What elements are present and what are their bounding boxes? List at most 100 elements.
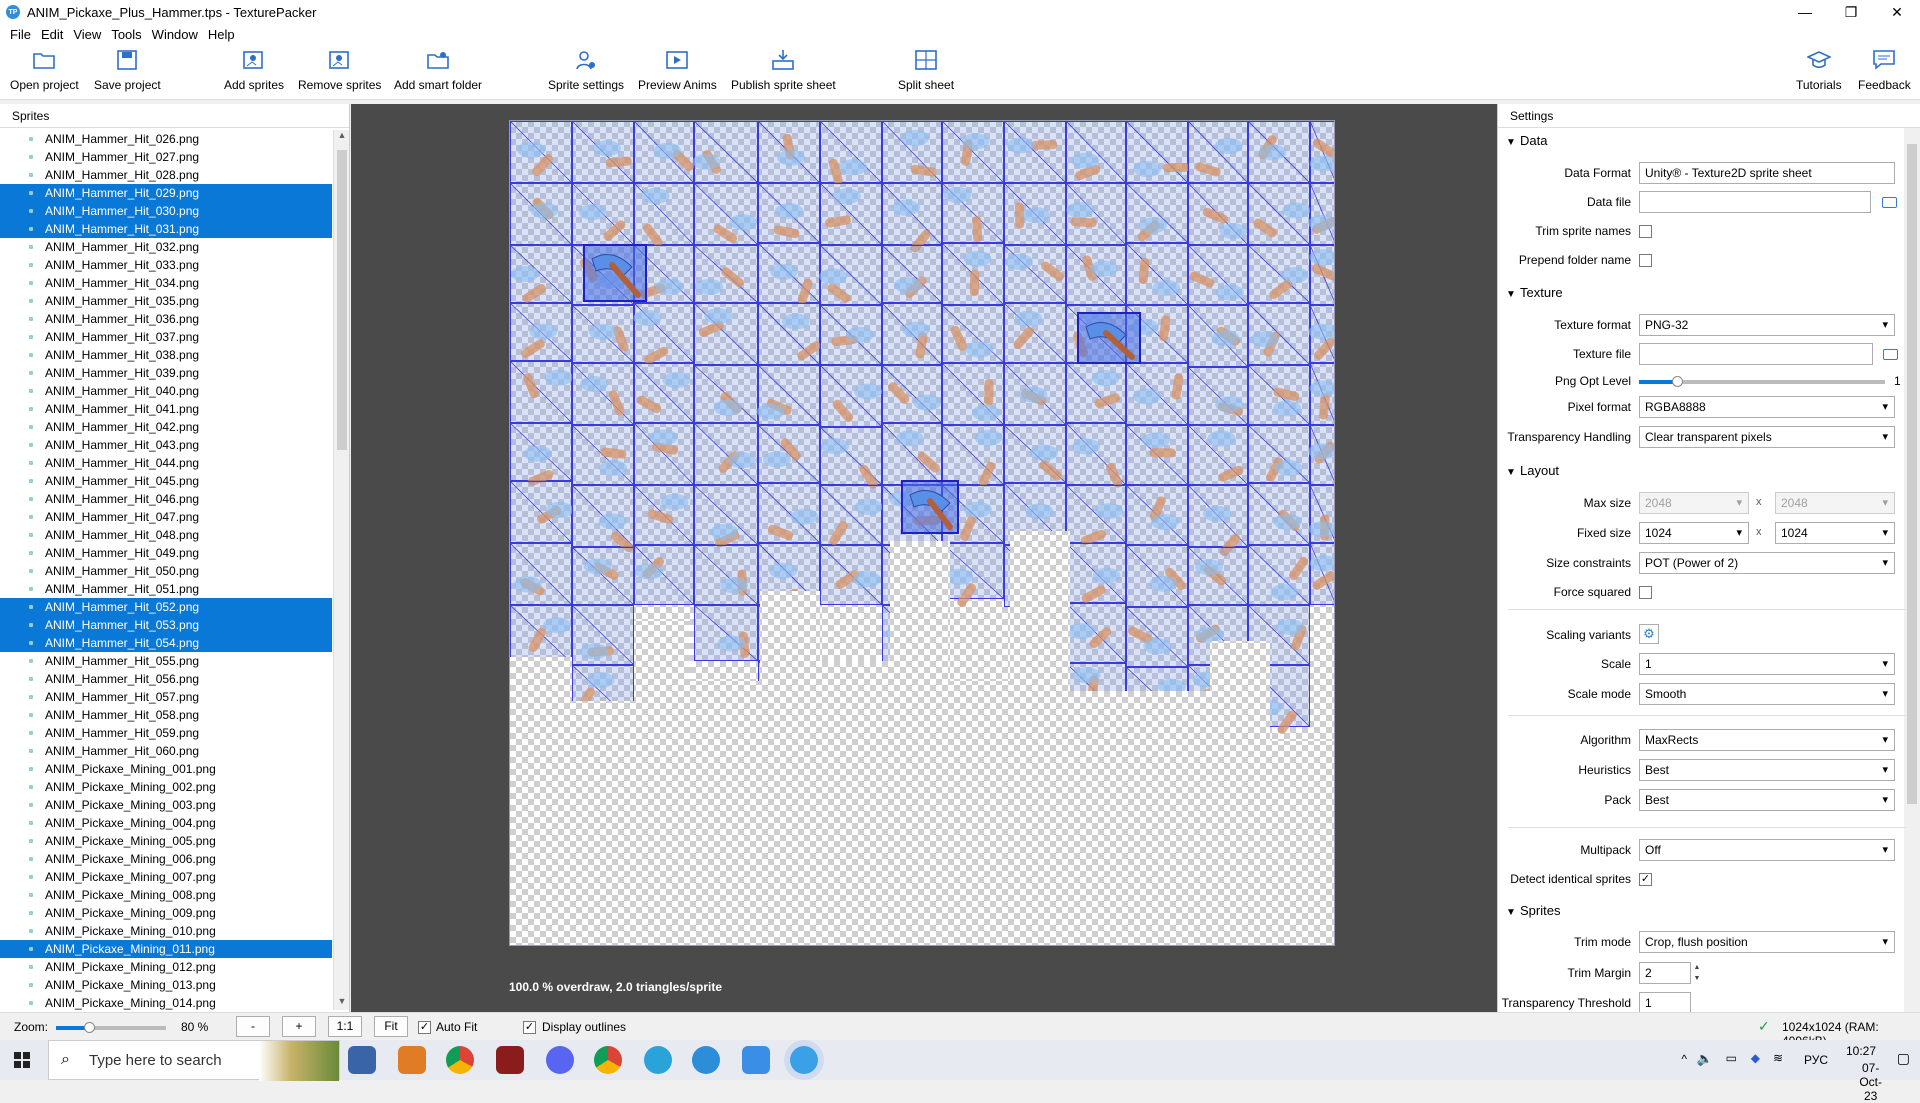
sprite-frame[interactable] [881, 182, 943, 254]
scale-input[interactable]: 1 [1639, 653, 1895, 675]
sprite-frame[interactable] [1125, 544, 1189, 608]
sprite-frame[interactable] [1125, 606, 1189, 668]
trim-mode-select[interactable]: Crop, flush position [1639, 931, 1895, 953]
taskbar-app-chrome-profile-icon[interactable] [594, 1046, 622, 1074]
sprite-frame[interactable] [1247, 424, 1311, 484]
sprite-frame[interactable] [1065, 422, 1127, 489]
sprite-list-item[interactable]: ANIM_Hammer_Hit_043.png [0, 436, 332, 454]
sprite-list-item[interactable]: ANIM_Hammer_Hit_035.png [0, 292, 332, 310]
sprite-frame[interactable] [1308, 182, 1335, 245]
clock-time[interactable]: 10:27 [1846, 1044, 1876, 1058]
sprite-list-item[interactable]: ANIM_Pickaxe_Mining_007.png [0, 868, 332, 886]
open-project-button[interactable]: Open project [10, 48, 79, 92]
sprite-frame[interactable] [1003, 302, 1067, 364]
section-sprites[interactable]: ▼ Sprites [1506, 900, 1906, 922]
sprite-frame[interactable] [1309, 362, 1335, 425]
sprite-frame[interactable] [1309, 542, 1335, 605]
sprite-frame[interactable] [941, 542, 1005, 608]
sprite-list-item[interactable]: ANIM_Hammer_Hit_053.png [0, 616, 332, 634]
sprite-frame[interactable] [1003, 121, 1067, 184]
png-opt-level-knob[interactable] [1672, 376, 1683, 387]
sprite-frame[interactable] [571, 182, 635, 246]
sprite-frame[interactable] [510, 182, 573, 246]
sprite-frame[interactable] [510, 302, 573, 362]
zoom-in-button[interactable]: + [282, 1016, 316, 1037]
data-file-input[interactable] [1639, 191, 1871, 213]
sprite-list-item[interactable]: ANIM_Pickaxe_Mining_011.png [0, 940, 332, 958]
sprite-frame[interactable] [757, 424, 821, 484]
sprite-frame[interactable] [1308, 424, 1335, 485]
sprite-frame[interactable] [1125, 424, 1189, 486]
sprite-frame[interactable] [633, 121, 695, 184]
sprite-list-item[interactable]: ANIM_Hammer_Hit_036.png [0, 310, 332, 328]
sprite-sheet-canvas[interactable]: 100.0 % overdraw, 2.0 triangles/sprite [351, 104, 1497, 1012]
folder-icon[interactable] [1882, 197, 1897, 208]
taskbar-app-calendar-icon[interactable] [348, 1046, 376, 1074]
sprite-list-item[interactable]: ANIM_Hammer_Hit_060.png [0, 742, 332, 760]
sprite-frame[interactable] [941, 121, 1005, 184]
scroll-down-icon[interactable]: ▼ [334, 996, 350, 1010]
sprite-frame[interactable] [1125, 484, 1189, 546]
sprite-list-item[interactable]: ANIM_Hammer_Hit_038.png [0, 346, 332, 364]
sprite-frame[interactable] [819, 484, 883, 546]
sprite-list-item[interactable]: ANIM_Hammer_Hit_027.png [0, 148, 332, 166]
menu-tools[interactable]: Tools [106, 27, 146, 42]
gear-icon[interactable]: ⚙ [1639, 624, 1659, 644]
sprite-frame[interactable] [633, 484, 695, 546]
trim-margin-spinbox[interactable]: 2 [1639, 962, 1691, 984]
sprite-frame[interactable] [1187, 484, 1249, 558]
sprite-frame[interactable] [1187, 366, 1249, 426]
detect-identical-checkbox[interactable]: ✓ [1639, 873, 1652, 886]
sprite-frame[interactable] [510, 604, 573, 664]
sprite-frame[interactable] [1003, 362, 1067, 426]
sprite-frame[interactable] [510, 121, 573, 184]
sprite-frame[interactable] [1065, 602, 1127, 664]
sprite-list-item[interactable]: ANIM_Hammer_Hit_046.png [0, 490, 332, 508]
sprite-frame[interactable] [819, 364, 883, 428]
force-squared-checkbox[interactable] [1639, 586, 1652, 599]
sprite-list-item[interactable]: ANIM_Hammer_Hit_028.png [0, 166, 332, 184]
texture-format-select[interactable]: PNG-32 [1639, 314, 1895, 336]
feedback-button[interactable]: Feedback [1858, 48, 1911, 92]
tutorials-button[interactable]: Tutorials [1796, 48, 1842, 92]
sprite-frame[interactable] [633, 544, 695, 606]
sprite-frame[interactable] [633, 362, 695, 424]
sprite-frame[interactable] [1309, 244, 1335, 305]
sprite-list-item[interactable]: ANIM_Hammer_Hit_041.png [0, 400, 332, 418]
fixed-size-width[interactable]: 1024 [1639, 522, 1749, 544]
menu-help[interactable]: Help [203, 27, 240, 42]
sprite-frame[interactable] [510, 422, 573, 487]
auto-fit-checkbox[interactable]: ✓ [418, 1021, 431, 1034]
sprite-frame[interactable] [633, 302, 695, 366]
sprite-frame[interactable] [881, 364, 943, 424]
notification-icon[interactable]: ▢ [1897, 1050, 1910, 1067]
multipack-select[interactable]: Off [1639, 839, 1895, 861]
taskbar-app-sublime-icon[interactable] [398, 1046, 426, 1074]
sprite-list-scrollbar[interactable]: ▲ ▼ [333, 130, 349, 1010]
clock-date[interactable]: 07-Oct-23 [1859, 1061, 1882, 1103]
sprite-frame[interactable] [1247, 364, 1311, 426]
sprite-frame[interactable] [757, 482, 821, 544]
taskbar-app-discord-icon[interactable] [546, 1046, 574, 1074]
section-layout[interactable]: ▼ Layout [1506, 460, 1906, 482]
sprite-frame[interactable] [941, 242, 1005, 306]
sprite-frame[interactable] [941, 304, 1005, 364]
sprite-frame[interactable] [510, 244, 573, 304]
sprite-frame[interactable] [571, 424, 635, 486]
split-sheet-button[interactable]: Split sheet [898, 48, 954, 92]
sprite-frame[interactable] [1187, 244, 1249, 306]
sprite-frame[interactable] [571, 362, 635, 426]
sprite-frame[interactable] [1247, 121, 1311, 184]
sprite-list-item[interactable]: ANIM_Hammer_Hit_057.png [0, 688, 332, 706]
taskbar-app-texturepacker-icon[interactable] [790, 1046, 818, 1074]
sprite-frame[interactable] [819, 121, 883, 185]
minimize-button[interactable]: — [1782, 0, 1828, 24]
sprite-frame[interactable] [1247, 244, 1311, 304]
settings-scrollbar[interactable] [1904, 128, 1920, 1012]
sprite-frame[interactable] [819, 304, 883, 366]
maximize-button[interactable]: ❐ [1828, 0, 1874, 24]
sprite-frame[interactable] [819, 544, 883, 606]
sprite-frame[interactable] [1125, 362, 1189, 426]
sprite-frame[interactable] [571, 484, 635, 554]
sprite-list-item[interactable]: ANIM_Pickaxe_Mining_013.png [0, 976, 332, 994]
